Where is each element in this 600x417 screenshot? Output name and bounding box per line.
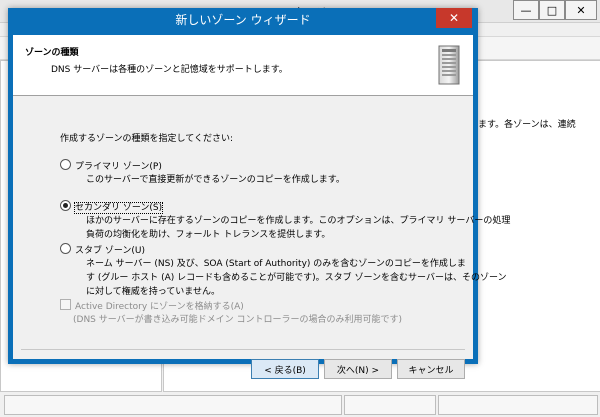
button-separator [21, 349, 465, 350]
new-zone-wizard-dialog: 新しいゾーン ウィザード ✕ ゾーンの種類 DNS サーバーは各種のゾーンと記憶… [8, 8, 510, 379]
secondary-zone-radio[interactable]: セカンダリ ゾーン(S) [60, 200, 164, 214]
description-line: ネーム サーバー (NS) 及び、SOA (Start of Authority… [86, 259, 466, 269]
maximize-icon: □ [546, 3, 558, 17]
cancel-button[interactable]: キャンセル [397, 359, 465, 379]
stub-zone-description: ネーム サーバー (NS) 及び、SOA (Start of Authority… [86, 257, 507, 299]
server-icon [438, 45, 460, 85]
wizard-header: ゾーンの種類 DNS サーバーは各種のゾーンと記憶域をサポートします。 [13, 35, 473, 96]
close-button[interactable]: ✕ [565, 0, 597, 20]
radio-button[interactable] [60, 159, 71, 170]
radio-button[interactable] [60, 243, 71, 254]
ad-store-note: (DNS サーバーが書き込み可能ドメイン コントローラーの場合のみ利用可能です) [73, 315, 403, 325]
description-line: 負荷の均衡化を助け、フォールト トレランスを提供します。 [86, 230, 331, 240]
status-cell [344, 395, 436, 415]
description-line: このサーバーで直接更新ができるゾーンのコピーを作成します。 [86, 175, 345, 185]
primary-zone-radio[interactable]: プライマリ ゾーン(P) [60, 159, 162, 172]
close-icon: ✕ [576, 3, 586, 17]
minimize-button[interactable]: — [513, 0, 539, 20]
ad-store-label[interactable]: Active Directory にゾーンを格納する(A) [75, 302, 244, 312]
dialog-close-button[interactable]: ✕ [436, 8, 472, 28]
radio-button-selected[interactable] [60, 200, 71, 211]
zone-type-prompt: 作成するゾーンの種類を指定してください: [60, 134, 234, 144]
status-cell [438, 395, 598, 415]
checkbox[interactable] [60, 299, 71, 310]
dialog-body: ゾーンの種類 DNS サーバーは各種のゾーンと記憶域をサポートします。 作成する… [13, 35, 510, 379]
wizard-page-title: ゾーンの種類 [25, 48, 79, 58]
status-bar [0, 392, 600, 417]
maximize-button[interactable]: □ [539, 0, 565, 20]
minimize-icon: — [520, 3, 532, 17]
dialog-title: 新しいゾーン ウィザード [175, 13, 311, 27]
details-text: ます。各ゾーンは、連続 [478, 120, 576, 130]
next-button[interactable]: 次へ(N) > [324, 359, 392, 379]
close-icon: ✕ [448, 11, 460, 25]
back-button[interactable]: < 戻る(B) [251, 359, 319, 379]
ad-store-checkbox[interactable]: Active Directory にゾーンを格納する(A) [60, 299, 244, 312]
status-cell [4, 395, 342, 415]
secondary-zone-description: ほかのサーバーに存在するゾーンのコピーを作成します。このオプションは、プライマリ… [86, 214, 510, 242]
description-line: に対して権威を持っていません。 [86, 287, 221, 297]
primary-zone-description: このサーバーで直接更新ができるゾーンのコピーを作成します。 [86, 173, 345, 187]
stub-zone-radio[interactable]: スタブ ゾーン(U) [60, 243, 145, 256]
wizard-page-description: DNS サーバーは各種のゾーンと記憶域をサポートします。 [51, 65, 288, 75]
stub-zone-label[interactable]: スタブ ゾーン(U) [75, 246, 145, 256]
description-line: す (グルー ホスト (A) レコードも含めることが可能です)。スタブ ゾーンを… [86, 273, 507, 283]
description-line: ほかのサーバーに存在するゾーンのコピーを作成します。このオプションは、プライマリ… [86, 216, 511, 226]
secondary-zone-label[interactable]: セカンダリ ゾーン(S) [73, 202, 164, 214]
primary-zone-label[interactable]: プライマリ ゾーン(P) [75, 162, 162, 172]
